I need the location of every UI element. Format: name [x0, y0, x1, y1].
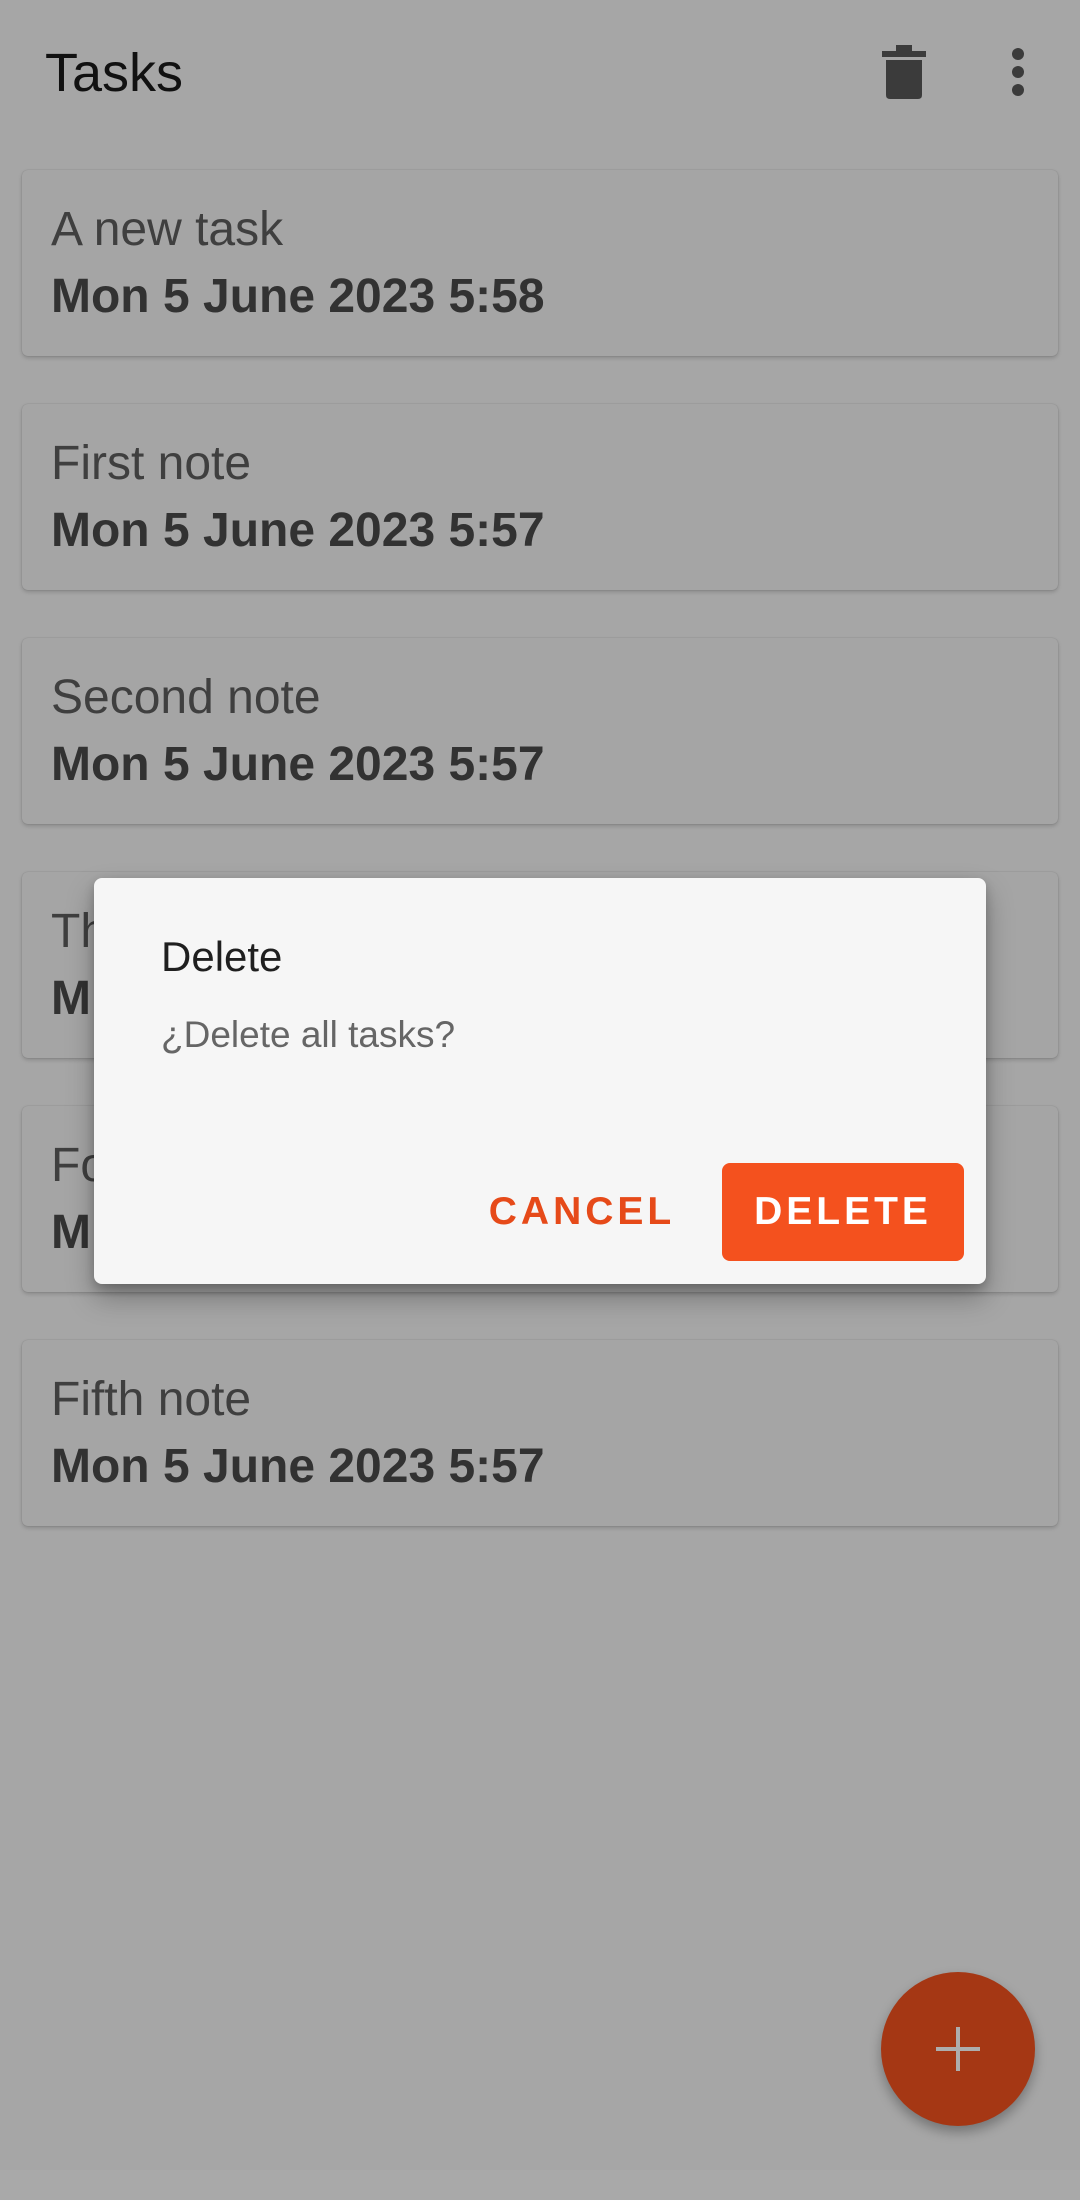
cancel-button[interactable]: CANCEL — [482, 1163, 682, 1261]
navigation-bar — [0, 2170, 1080, 2200]
delete-button[interactable]: DELETE — [722, 1163, 964, 1261]
tasks-screen: Tasks A new task Mon 5 June 2023 5:58 Fi… — [0, 0, 1080, 2200]
delete-dialog: Delete ¿Delete all tasks? CANCEL DELETE — [94, 878, 986, 1284]
dialog-title: Delete — [161, 933, 283, 980]
dialog-message: ¿Delete all tasks? — [161, 1014, 456, 1055]
